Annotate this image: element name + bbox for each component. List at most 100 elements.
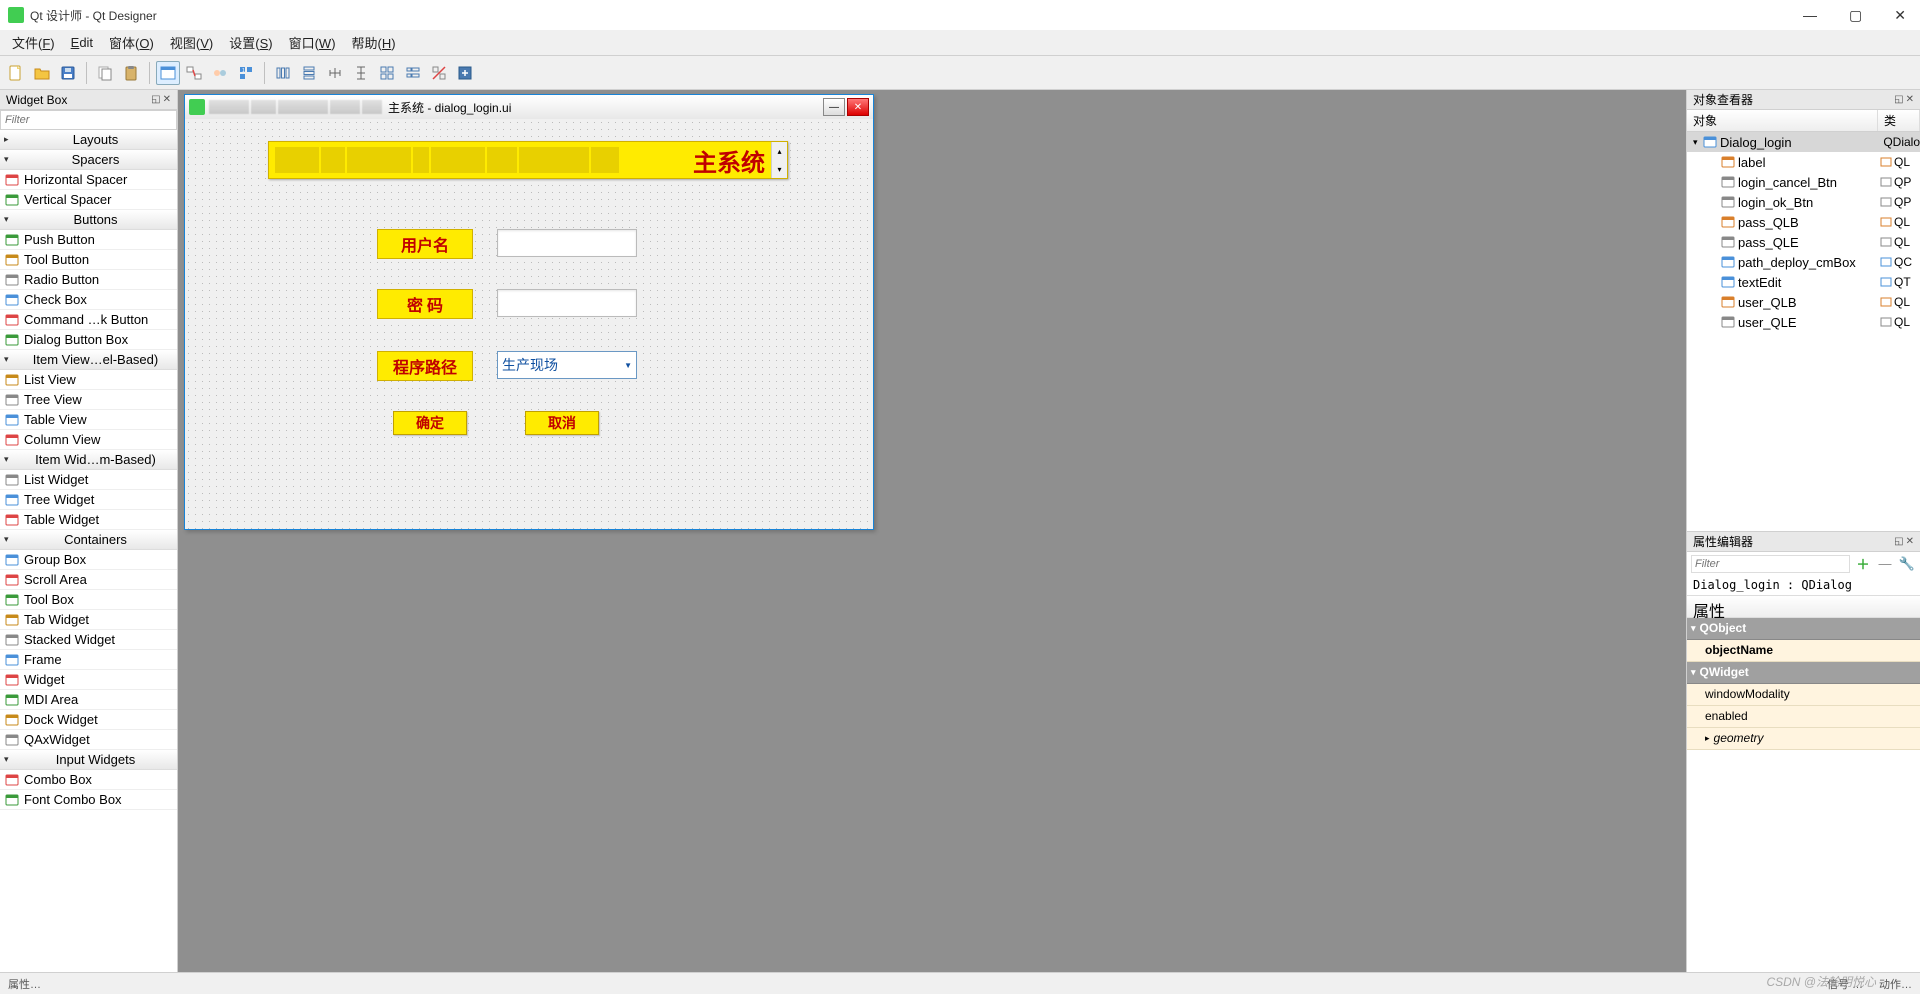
object-row[interactable]: textEditQT (1687, 272, 1920, 292)
pass-input[interactable] (497, 289, 637, 317)
user-label[interactable]: 用户名 (377, 229, 473, 259)
widget-item[interactable]: List Widget (0, 470, 177, 490)
inspector-col-class[interactable]: 类 (1878, 110, 1920, 131)
widget-item[interactable]: Check Box (0, 290, 177, 310)
widget-category[interactable]: ▾Input Widgets (0, 750, 177, 770)
widget-item[interactable]: Radio Button (0, 270, 177, 290)
add-property-button[interactable]: ＋ (1854, 555, 1872, 573)
dock-float-icon[interactable]: ◱ (1894, 536, 1903, 547)
menu-窗口[interactable]: 窗口(W) (281, 30, 344, 55)
cancel-button[interactable]: 取消 (525, 411, 599, 435)
widget-category[interactable]: ▸Layouts (0, 130, 177, 150)
widget-item[interactable]: Command …k Button (0, 310, 177, 330)
prop-row[interactable]: objectName (1687, 640, 1920, 662)
widget-item[interactable]: QAxWidget (0, 730, 177, 750)
edit-signals-button[interactable] (182, 61, 206, 85)
window-minimize-button[interactable]: — (1797, 7, 1823, 24)
object-tree[interactable]: ▾Dialog_loginQDialolabelQLlogin_cancel_B… (1687, 132, 1920, 531)
widget-category[interactable]: ▾Spacers (0, 150, 177, 170)
user-input[interactable] (497, 229, 637, 257)
widget-item[interactable]: Dock Widget (0, 710, 177, 730)
widget-category[interactable]: ▾Item View…el-Based) (0, 350, 177, 370)
widget-category[interactable]: ▾Containers (0, 530, 177, 550)
edit-widgets-mode-button[interactable] (156, 61, 180, 85)
widget-item[interactable]: Scroll Area (0, 570, 177, 590)
widget-list[interactable]: ▸Layouts▾SpacersHorizontal SpacerVertica… (0, 130, 177, 972)
form-minimize-button[interactable]: — (823, 98, 845, 116)
widget-item[interactable]: Tab Widget (0, 610, 177, 630)
layout-horizontal-button[interactable] (271, 61, 295, 85)
new-file-button[interactable] (4, 61, 28, 85)
banner-textedit[interactable]: 主系统 ▴▾ (268, 141, 788, 179)
layout-vsplit-button[interactable] (349, 61, 373, 85)
widget-item[interactable]: Table Widget (0, 510, 177, 530)
widget-item[interactable]: Tree View (0, 390, 177, 410)
edit-buddies-button[interactable] (208, 61, 232, 85)
prop-row[interactable]: windowModality (1687, 684, 1920, 706)
window-maximize-button[interactable]: ▢ (1843, 7, 1868, 24)
form-close-button[interactable]: ✕ (847, 98, 869, 116)
menu-窗体[interactable]: 窗体(O) (101, 30, 162, 55)
prop-col-name[interactable]: 属性 (1687, 596, 1920, 617)
form-canvas[interactable]: 主系统 ▴▾ 用户名 密 码 程序路径 生产现场 ▼ 确定 取消 (185, 119, 873, 529)
object-row[interactable]: pass_QLBQL (1687, 212, 1920, 232)
window-close-button[interactable]: ✕ (1888, 7, 1912, 24)
paste-button[interactable] (119, 61, 143, 85)
adjust-size-button[interactable] (453, 61, 477, 85)
widget-item[interactable]: Push Button (0, 230, 177, 250)
menu-文件[interactable]: 文件(F) (4, 30, 63, 55)
path-label[interactable]: 程序路径 (377, 351, 473, 381)
property-table[interactable]: ▾QObjectobjectName▾QWidgetwindowModality… (1687, 618, 1920, 973)
open-file-button[interactable] (30, 61, 54, 85)
widget-category[interactable]: ▾Buttons (0, 210, 177, 230)
object-row[interactable]: user_QLEQL (1687, 312, 1920, 332)
widget-item[interactable]: Frame (0, 650, 177, 670)
widget-item[interactable]: Table View (0, 410, 177, 430)
prop-group[interactable]: ▾QWidget (1687, 662, 1920, 684)
widget-item[interactable]: Tree Widget (0, 490, 177, 510)
layout-vertical-button[interactable] (297, 61, 321, 85)
menu-设置[interactable]: 设置(S) (221, 30, 280, 55)
property-filter-input[interactable] (1691, 555, 1850, 573)
path-combobox[interactable]: 生产现场 ▼ (497, 351, 637, 379)
object-row[interactable]: ▾Dialog_loginQDialo (1687, 132, 1920, 152)
ok-button[interactable]: 确定 (393, 411, 467, 435)
save-file-button[interactable] (56, 61, 80, 85)
widget-item[interactable]: Combo Box (0, 770, 177, 790)
widget-item[interactable]: Font Combo Box (0, 790, 177, 810)
widget-item[interactable]: MDI Area (0, 690, 177, 710)
scroll-down-icon[interactable]: ▾ (772, 160, 787, 178)
menu-帮助[interactable]: 帮助(H) (344, 30, 404, 55)
object-row[interactable]: login_ok_BtnQP (1687, 192, 1920, 212)
object-row[interactable]: user_QLBQL (1687, 292, 1920, 312)
widget-item[interactable]: List View (0, 370, 177, 390)
prop-group[interactable]: ▾QObject (1687, 618, 1920, 640)
widget-item[interactable]: Column View (0, 430, 177, 450)
widget-category[interactable]: ▾Item Wid…m-Based) (0, 450, 177, 470)
prop-row[interactable]: ▸geometry (1687, 728, 1920, 750)
scroll-up-icon[interactable]: ▴ (772, 142, 787, 160)
dock-float-icon[interactable]: ◱ (151, 94, 160, 105)
copy-button[interactable] (93, 61, 117, 85)
layout-form-button[interactable] (401, 61, 425, 85)
layout-grid-button[interactable] (375, 61, 399, 85)
break-layout-button[interactable] (427, 61, 451, 85)
dock-float-icon[interactable]: ◱ (1894, 94, 1903, 105)
prop-row[interactable]: enabled (1687, 706, 1920, 728)
status-action[interactable]: 动作… (1879, 976, 1912, 992)
config-property-button[interactable]: 🔧 (1898, 555, 1916, 573)
dock-close-icon[interactable]: ✕ (163, 94, 171, 105)
widget-item[interactable]: Vertical Spacer (0, 190, 177, 210)
layout-hsplit-button[interactable] (323, 61, 347, 85)
status-left[interactable]: 属性… (8, 976, 41, 992)
edit-tab-order-button[interactable]: 1 (234, 61, 258, 85)
object-row[interactable]: login_cancel_BtnQP (1687, 172, 1920, 192)
menu-Edit[interactable]: Edit (63, 32, 101, 53)
object-row[interactable]: path_deploy_cmBoxQC (1687, 252, 1920, 272)
widget-item[interactable]: Tool Button (0, 250, 177, 270)
object-row[interactable]: pass_QLEQL (1687, 232, 1920, 252)
widget-item[interactable]: Widget (0, 670, 177, 690)
inspector-col-object[interactable]: 对象 (1687, 110, 1878, 131)
widget-box-filter-input[interactable] (0, 110, 177, 130)
form-window[interactable]: 主系统 - dialog_login.ui — ✕ 主系统 ▴▾ (184, 94, 874, 530)
